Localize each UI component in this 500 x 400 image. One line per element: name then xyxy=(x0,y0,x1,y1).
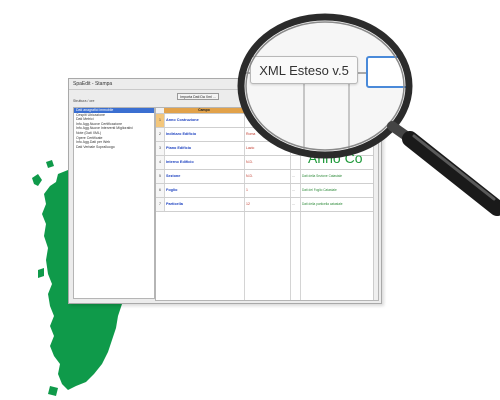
magnifying-glass-icon xyxy=(237,13,500,216)
